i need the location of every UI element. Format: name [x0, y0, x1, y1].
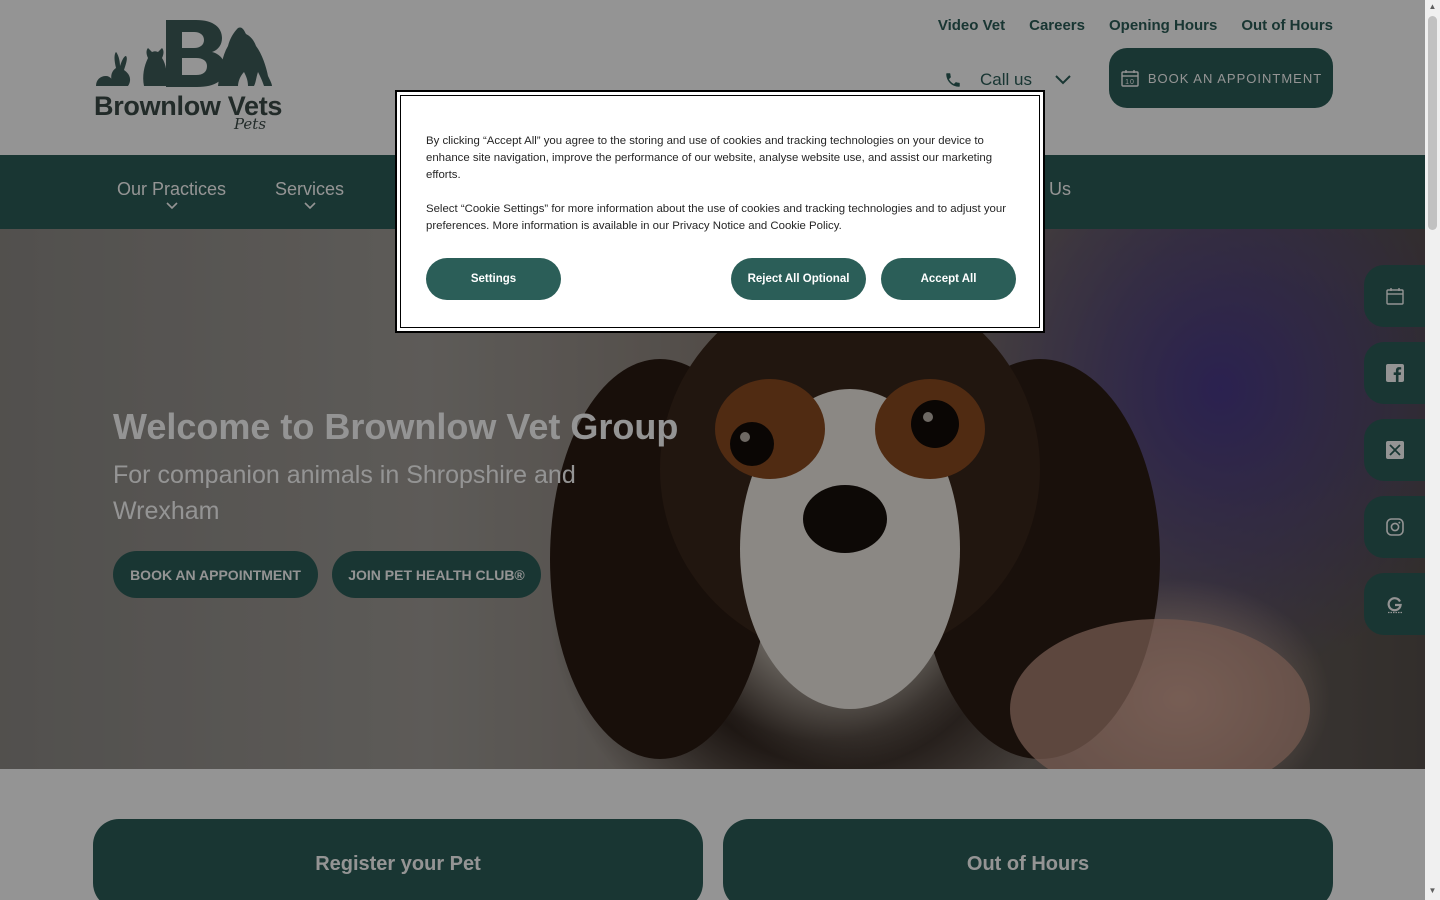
cookie-paragraph-2: Select “Cookie Settings” for more inform… — [426, 203, 1006, 232]
scroll-down-arrow[interactable]: ▼ — [1425, 884, 1440, 898]
cookie-paragraph-1: By clicking “Accept All” you agree to th… — [426, 135, 993, 181]
page-scrollbar[interactable]: ▲ ▼ — [1425, 0, 1440, 900]
cookie-settings-button[interactable]: Settings — [426, 258, 561, 300]
scroll-up-arrow[interactable]: ▲ — [1425, 0, 1440, 14]
cookie-consent-dialog: By clicking “Accept All” you agree to th… — [395, 90, 1045, 333]
accept-all-button[interactable]: Accept All — [881, 258, 1016, 300]
scroll-thumb[interactable] — [1428, 16, 1437, 230]
reject-all-optional-button[interactable]: Reject All Optional — [731, 258, 866, 300]
